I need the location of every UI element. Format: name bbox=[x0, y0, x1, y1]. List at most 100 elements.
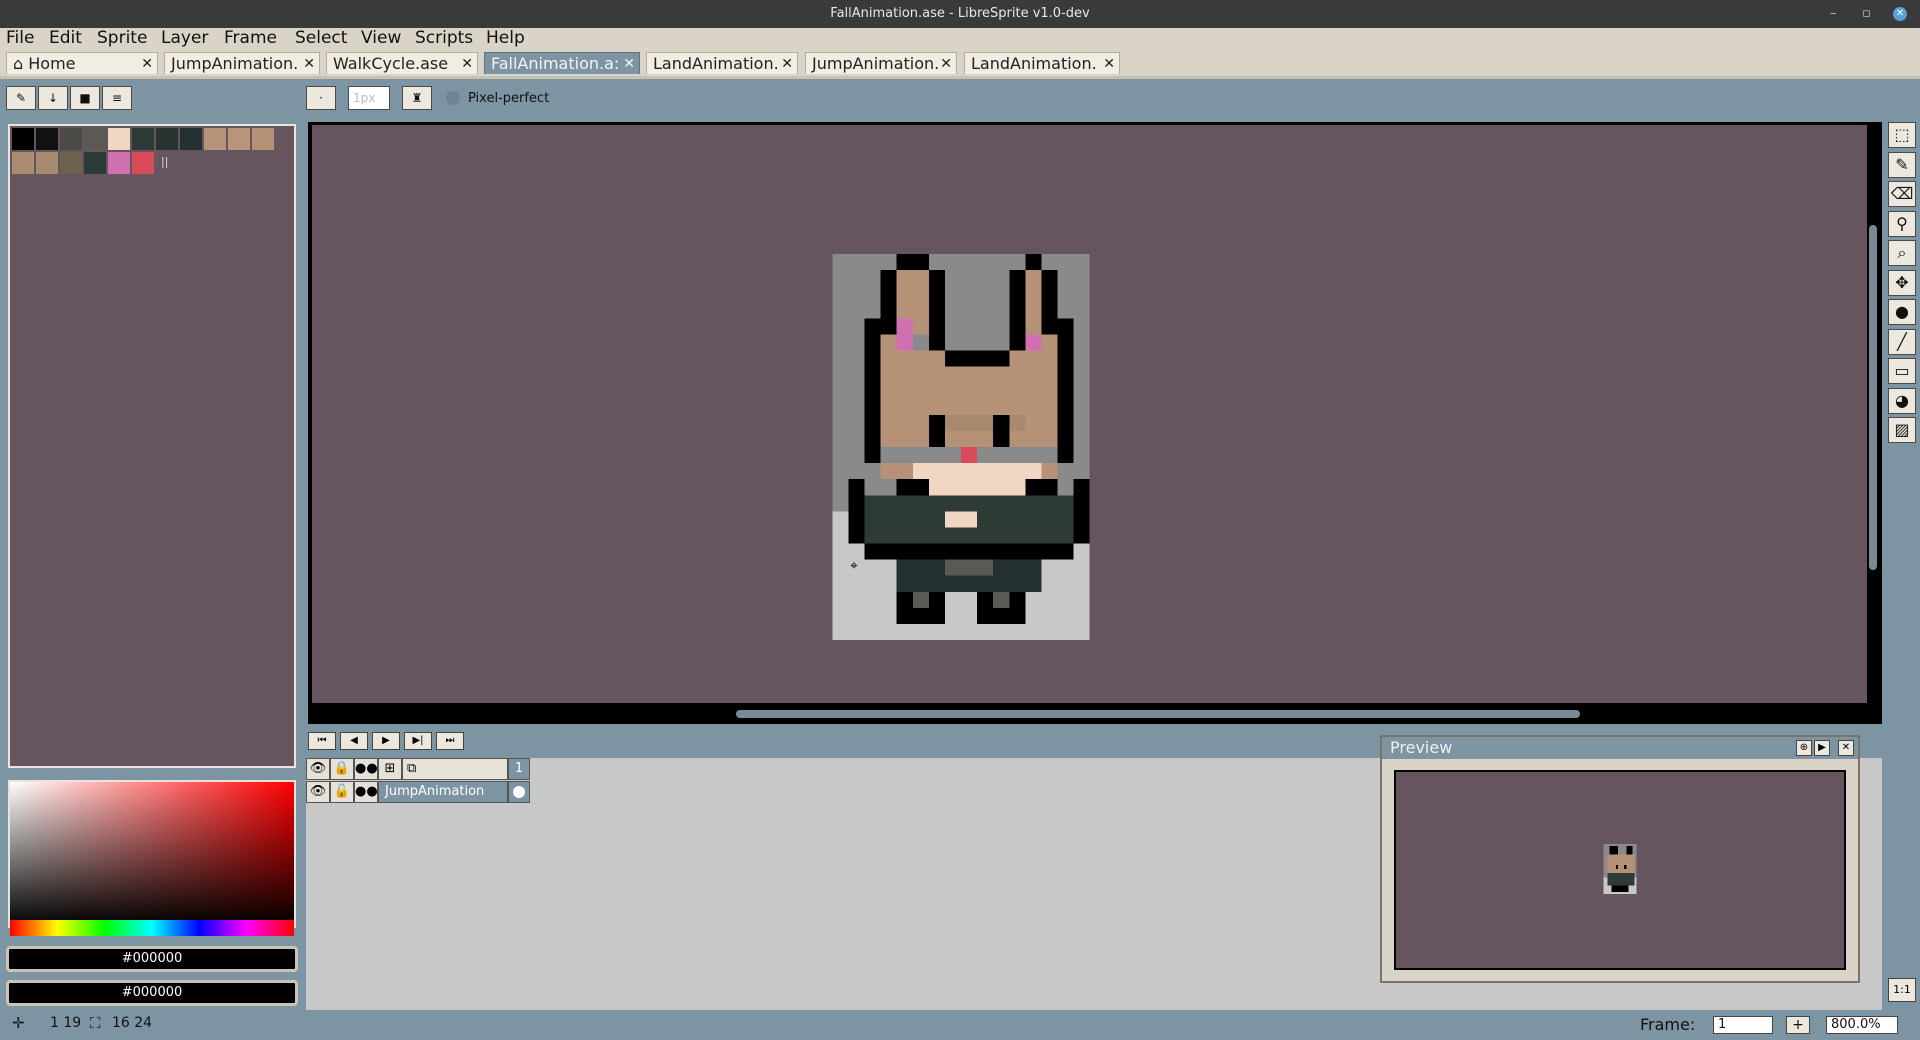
background-color-field[interactable]: #000000 bbox=[6, 980, 298, 1006]
play-button[interactable]: ▶ bbox=[372, 732, 400, 750]
palette-presets-button[interactable]: ■ bbox=[70, 86, 100, 110]
menu-scripts[interactable]: Scripts bbox=[415, 28, 473, 48]
link-cels-icon[interactable]: ⊞ bbox=[378, 758, 402, 780]
close-icon[interactable]: ✕ bbox=[623, 53, 635, 74]
preview-center-icon[interactable]: ⊕ bbox=[1796, 740, 1812, 756]
minimize-button[interactable]: – bbox=[1830, 0, 1837, 28]
frame-input[interactable]: 1 bbox=[1713, 1016, 1773, 1034]
zoom-tool-icon[interactable]: ⌕ bbox=[1888, 240, 1916, 266]
blur-tool-icon[interactable]: ▨ bbox=[1888, 417, 1916, 443]
layer-continuous-icon[interactable]: ●● bbox=[354, 781, 378, 803]
cursor-position-icon: ✛ bbox=[12, 1014, 25, 1032]
palette-swatch[interactable] bbox=[84, 152, 106, 174]
zoom-input[interactable]: 800.0% bbox=[1826, 1016, 1898, 1034]
zoom-1-1-button[interactable]: 1:1 bbox=[1888, 978, 1916, 1002]
onion-skin-icon[interactable]: ●● bbox=[354, 758, 378, 780]
palette-swatch[interactable] bbox=[132, 152, 154, 174]
palette-options-button[interactable]: ≡ bbox=[102, 86, 132, 110]
maximize-button[interactable]: ▫ bbox=[1862, 0, 1871, 28]
eyedropper-tool-icon[interactable]: ⚲ bbox=[1888, 211, 1916, 237]
ink-button[interactable]: ♜ bbox=[402, 86, 432, 110]
layer-lock-icon[interactable]: 🔓 bbox=[330, 781, 354, 803]
frame-header[interactable]: 1 bbox=[508, 758, 530, 780]
pixel-perfect-checkbox[interactable] bbox=[446, 91, 460, 105]
close-icon[interactable]: ✕ bbox=[303, 53, 315, 74]
cel-filled-icon bbox=[513, 786, 525, 798]
frame-label: Frame: bbox=[1640, 1015, 1696, 1034]
tab-label: JumpAnimation. bbox=[812, 54, 940, 73]
hue-slider[interactable] bbox=[10, 920, 294, 936]
palette-swatch[interactable] bbox=[108, 152, 130, 174]
paint-bucket-tool-icon[interactable]: ● bbox=[1888, 299, 1916, 325]
menu-view[interactable]: View bbox=[361, 28, 401, 48]
last-frame-button[interactable]: ⏭ bbox=[436, 732, 464, 750]
cel-1[interactable] bbox=[508, 781, 530, 803]
close-icon[interactable]: ✕ bbox=[940, 53, 952, 74]
menu-frame[interactable]: Frame bbox=[224, 28, 277, 48]
pencil-tool-icon[interactable]: ✎ bbox=[1888, 152, 1916, 178]
menu-file[interactable]: File bbox=[6, 28, 34, 48]
palette-swatch[interactable] bbox=[204, 128, 226, 150]
palette-swatch[interactable] bbox=[60, 152, 82, 174]
menu-help[interactable]: Help bbox=[486, 28, 525, 48]
menu-sprite[interactable]: Sprite bbox=[97, 28, 147, 48]
close-icon[interactable]: ✕ bbox=[461, 53, 473, 74]
palette-swatch[interactable] bbox=[156, 128, 178, 150]
palette-swatch[interactable] bbox=[132, 128, 154, 150]
horizontal-scrollbar[interactable] bbox=[736, 710, 1580, 718]
close-icon[interactable]: ✕ bbox=[781, 53, 793, 74]
menu-edit[interactable]: Edit bbox=[49, 28, 82, 48]
palette-swatch[interactable] bbox=[36, 128, 58, 150]
move-tool-icon[interactable]: ✥ bbox=[1888, 270, 1916, 296]
close-icon[interactable]: ✕ bbox=[141, 53, 153, 74]
brush-size-input[interactable]: 1px bbox=[348, 86, 390, 110]
color-spectrum[interactable] bbox=[8, 780, 296, 928]
tab-landanimation-2[interactable]: LandAnimation. ✕ bbox=[964, 52, 1120, 74]
foreground-color-field[interactable]: #000000 bbox=[6, 946, 298, 972]
palette-swatch[interactable] bbox=[84, 128, 106, 150]
previous-frame-icon: ◀ bbox=[350, 735, 358, 746]
palette-swatch[interactable] bbox=[12, 152, 34, 174]
rectangular-marquee-icon[interactable]: ⬚ bbox=[1888, 122, 1916, 148]
palette-swatch[interactable] bbox=[36, 152, 58, 174]
menu-select[interactable]: Select bbox=[295, 28, 347, 48]
eye-header-icon[interactable]: 👁 bbox=[306, 758, 330, 780]
palette-swatch[interactable] bbox=[180, 128, 202, 150]
vertical-scrollbar[interactable] bbox=[1869, 225, 1877, 570]
tab-landanimation-1[interactable]: LandAnimation. ✕ bbox=[646, 52, 798, 74]
tab-jumpanimation-1[interactable]: JumpAnimation. ✕ bbox=[164, 52, 320, 74]
add-frame-button[interactable]: + bbox=[1786, 1016, 1810, 1034]
preview-play-icon[interactable]: ▶ bbox=[1814, 740, 1830, 756]
close-icon[interactable]: ✕ bbox=[1103, 53, 1115, 74]
next-frame-button[interactable]: ▶| bbox=[404, 732, 432, 750]
menubar: File Edit Sprite Layer Frame Select View… bbox=[0, 28, 1920, 48]
preview-close-icon[interactable]: ✕ bbox=[1838, 740, 1854, 756]
sprite-image[interactable] bbox=[832, 254, 1090, 640]
first-frame-button[interactable]: ⏮ bbox=[308, 732, 336, 750]
tab-home[interactable]: ⌂ Home ✕ bbox=[6, 52, 158, 74]
tab-label: Home bbox=[28, 54, 76, 73]
contour-tool-icon[interactable]: ◕ bbox=[1888, 388, 1916, 414]
palette-swatch[interactable] bbox=[228, 128, 250, 150]
brush-type-button[interactable]: · bbox=[306, 86, 336, 110]
rectangle-tool-icon[interactable]: ▭ bbox=[1888, 358, 1916, 384]
next-frame-icon: ▶| bbox=[412, 735, 424, 746]
palette-swatch[interactable] bbox=[60, 128, 82, 150]
palette-swatch[interactable] bbox=[12, 128, 34, 150]
eraser-tool-icon[interactable]: ⌫ bbox=[1888, 181, 1916, 207]
tab-fallanimation[interactable]: FallAnimation.a: ✕ bbox=[484, 52, 640, 74]
tab-jumpanimation-2[interactable]: JumpAnimation. ✕ bbox=[805, 52, 957, 74]
layer-visible-icon[interactable]: 👁 bbox=[306, 781, 330, 803]
close-window-button[interactable]: ✕ bbox=[1893, 7, 1907, 21]
palette-swatch[interactable] bbox=[252, 128, 274, 150]
palette-swatch[interactable] bbox=[108, 128, 130, 150]
tab-walkcycle[interactable]: WalkCycle.ase ✕ bbox=[326, 52, 478, 74]
lock-header-icon[interactable]: 🔒 bbox=[330, 758, 354, 780]
sort-palette-button[interactable]: ↓ bbox=[38, 86, 68, 110]
layer-name[interactable]: JumpAnimation bbox=[378, 781, 508, 803]
edit-palette-button[interactable]: ✎ bbox=[6, 86, 36, 110]
play-icon: ▶ bbox=[382, 735, 390, 746]
line-tool-icon[interactable]: ╱ bbox=[1888, 329, 1916, 355]
previous-frame-button[interactable]: ◀ bbox=[340, 732, 368, 750]
menu-layer[interactable]: Layer bbox=[161, 28, 208, 48]
